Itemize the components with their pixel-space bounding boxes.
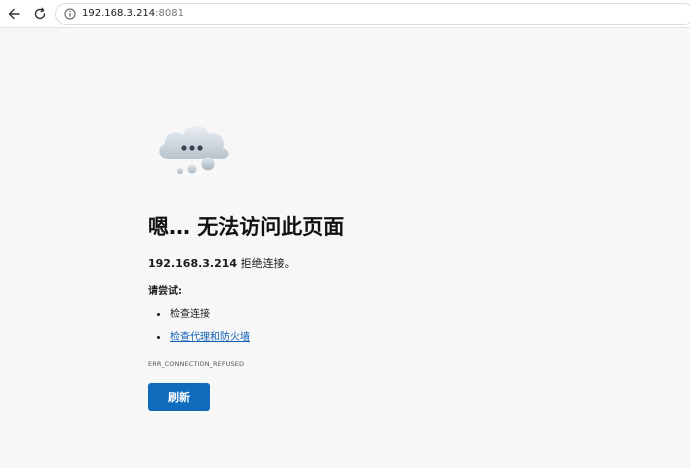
error-message-text: 拒绝连接。 [237, 257, 296, 270]
page-title: 嗯… 无法访问此页面 [148, 215, 345, 239]
bullet-icon [157, 313, 160, 316]
try-label: 请尝试: [148, 286, 182, 297]
address-bar[interactable]: 192.168.3.214:8081 [55, 3, 690, 25]
suggestion-list: 检查连接 检查代理和防火墙 [148, 305, 250, 351]
bullet-icon [157, 336, 160, 339]
error-code: ERR_CONNECTION_REFUSED [148, 360, 245, 368]
suggestion-proxy-firewall-link[interactable]: 检查代理和防火墙 [170, 332, 250, 343]
browser-toolbar: 192.168.3.214:8081 [0, 0, 690, 28]
sad-cloud-icon [159, 125, 229, 174]
suggestion-check-connection: 检查连接 [170, 309, 210, 320]
error-page [4, 28, 690, 468]
suggestion-item: 检查连接 [148, 305, 250, 328]
error-message: 192.168.3.214 拒绝连接。 [148, 256, 296, 272]
refresh-button[interactable]: 刷新 [148, 383, 210, 411]
info-icon[interactable] [64, 8, 76, 20]
url-port: :8081 [155, 8, 184, 19]
url-text[interactable]: 192.168.3.214:8081 [82, 7, 184, 21]
reload-icon [34, 7, 46, 20]
reload-button[interactable] [30, 4, 50, 24]
back-button[interactable] [4, 4, 24, 24]
suggestion-item: 检查代理和防火墙 [148, 328, 250, 351]
url-host: 192.168.3.214 [82, 8, 156, 19]
error-host: 192.168.3.214 [148, 257, 238, 270]
back-arrow-icon [8, 8, 20, 20]
